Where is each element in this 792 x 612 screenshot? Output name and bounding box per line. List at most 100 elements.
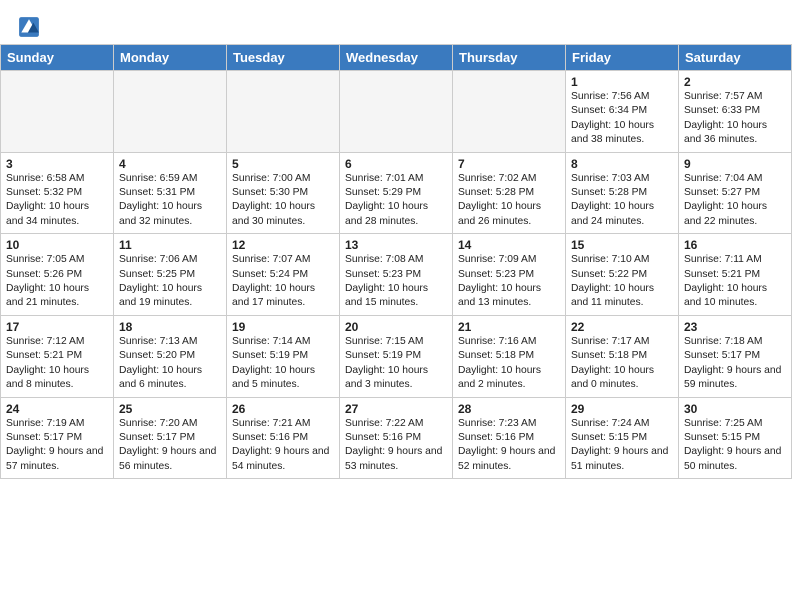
day-number: 12 bbox=[232, 238, 334, 252]
day-number: 29 bbox=[571, 402, 673, 416]
calendar-cell: 8Sunrise: 7:03 AM Sunset: 5:28 PM Daylig… bbox=[566, 152, 679, 234]
day-info: Sunrise: 7:56 AM Sunset: 6:34 PM Dayligh… bbox=[571, 90, 673, 148]
calendar-cell: 13Sunrise: 7:08 AM Sunset: 5:23 PM Dayli… bbox=[340, 234, 453, 316]
day-info: Sunrise: 7:07 AM Sunset: 5:24 PM Dayligh… bbox=[232, 253, 334, 311]
day-info: Sunrise: 7:19 AM Sunset: 5:17 PM Dayligh… bbox=[6, 417, 108, 475]
day-number: 26 bbox=[232, 402, 334, 416]
day-number: 19 bbox=[232, 320, 334, 334]
day-info: Sunrise: 7:21 AM Sunset: 5:16 PM Dayligh… bbox=[232, 417, 334, 475]
day-number: 28 bbox=[458, 402, 560, 416]
day-number: 20 bbox=[345, 320, 447, 334]
week-row: 3Sunrise: 6:58 AM Sunset: 5:32 PM Daylig… bbox=[1, 152, 792, 234]
day-number: 1 bbox=[571, 75, 673, 89]
calendar-cell bbox=[1, 71, 114, 153]
day-info: Sunrise: 7:01 AM Sunset: 5:29 PM Dayligh… bbox=[345, 172, 447, 230]
day-number: 8 bbox=[571, 157, 673, 171]
week-row: 17Sunrise: 7:12 AM Sunset: 5:21 PM Dayli… bbox=[1, 315, 792, 397]
day-number: 4 bbox=[119, 157, 221, 171]
day-info: Sunrise: 7:25 AM Sunset: 5:15 PM Dayligh… bbox=[684, 417, 786, 475]
day-number: 17 bbox=[6, 320, 108, 334]
day-number: 16 bbox=[684, 238, 786, 252]
weekday-header: Saturday bbox=[679, 45, 792, 71]
day-number: 25 bbox=[119, 402, 221, 416]
calendar-cell: 1Sunrise: 7:56 AM Sunset: 6:34 PM Daylig… bbox=[566, 71, 679, 153]
day-number: 9 bbox=[684, 157, 786, 171]
weekday-header: Tuesday bbox=[227, 45, 340, 71]
calendar-cell bbox=[227, 71, 340, 153]
day-number: 3 bbox=[6, 157, 108, 171]
calendar-cell: 18Sunrise: 7:13 AM Sunset: 5:20 PM Dayli… bbox=[114, 315, 227, 397]
day-info: Sunrise: 7:03 AM Sunset: 5:28 PM Dayligh… bbox=[571, 172, 673, 230]
day-number: 27 bbox=[345, 402, 447, 416]
day-info: Sunrise: 7:15 AM Sunset: 5:19 PM Dayligh… bbox=[345, 335, 447, 393]
day-number: 10 bbox=[6, 238, 108, 252]
weekday-header: Thursday bbox=[453, 45, 566, 71]
day-number: 5 bbox=[232, 157, 334, 171]
weekday-header: Monday bbox=[114, 45, 227, 71]
calendar-cell: 4Sunrise: 6:59 AM Sunset: 5:31 PM Daylig… bbox=[114, 152, 227, 234]
day-info: Sunrise: 7:12 AM Sunset: 5:21 PM Dayligh… bbox=[6, 335, 108, 393]
day-number: 21 bbox=[458, 320, 560, 334]
day-number: 13 bbox=[345, 238, 447, 252]
day-number: 15 bbox=[571, 238, 673, 252]
calendar-cell: 16Sunrise: 7:11 AM Sunset: 5:21 PM Dayli… bbox=[679, 234, 792, 316]
day-info: Sunrise: 7:14 AM Sunset: 5:19 PM Dayligh… bbox=[232, 335, 334, 393]
day-info: Sunrise: 7:18 AM Sunset: 5:17 PM Dayligh… bbox=[684, 335, 786, 393]
day-number: 2 bbox=[684, 75, 786, 89]
calendar-cell: 23Sunrise: 7:18 AM Sunset: 5:17 PM Dayli… bbox=[679, 315, 792, 397]
calendar-cell: 22Sunrise: 7:17 AM Sunset: 5:18 PM Dayli… bbox=[566, 315, 679, 397]
calendar-cell bbox=[114, 71, 227, 153]
day-info: Sunrise: 7:04 AM Sunset: 5:27 PM Dayligh… bbox=[684, 172, 786, 230]
day-number: 24 bbox=[6, 402, 108, 416]
day-number: 23 bbox=[684, 320, 786, 334]
calendar-cell: 12Sunrise: 7:07 AM Sunset: 5:24 PM Dayli… bbox=[227, 234, 340, 316]
calendar-cell: 10Sunrise: 7:05 AM Sunset: 5:26 PM Dayli… bbox=[1, 234, 114, 316]
day-info: Sunrise: 7:13 AM Sunset: 5:20 PM Dayligh… bbox=[119, 335, 221, 393]
weekday-header: Wednesday bbox=[340, 45, 453, 71]
calendar-cell: 24Sunrise: 7:19 AM Sunset: 5:17 PM Dayli… bbox=[1, 397, 114, 479]
logo bbox=[18, 14, 44, 38]
day-info: Sunrise: 7:16 AM Sunset: 5:18 PM Dayligh… bbox=[458, 335, 560, 393]
day-number: 14 bbox=[458, 238, 560, 252]
day-info: Sunrise: 7:24 AM Sunset: 5:15 PM Dayligh… bbox=[571, 417, 673, 475]
day-info: Sunrise: 7:57 AM Sunset: 6:33 PM Dayligh… bbox=[684, 90, 786, 148]
page-header bbox=[0, 0, 792, 44]
day-info: Sunrise: 7:11 AM Sunset: 5:21 PM Dayligh… bbox=[684, 253, 786, 311]
day-info: Sunrise: 7:23 AM Sunset: 5:16 PM Dayligh… bbox=[458, 417, 560, 475]
calendar-cell: 7Sunrise: 7:02 AM Sunset: 5:28 PM Daylig… bbox=[453, 152, 566, 234]
week-row: 10Sunrise: 7:05 AM Sunset: 5:26 PM Dayli… bbox=[1, 234, 792, 316]
calendar-cell: 11Sunrise: 7:06 AM Sunset: 5:25 PM Dayli… bbox=[114, 234, 227, 316]
calendar-cell: 3Sunrise: 6:58 AM Sunset: 5:32 PM Daylig… bbox=[1, 152, 114, 234]
weekday-header: Sunday bbox=[1, 45, 114, 71]
calendar-cell: 28Sunrise: 7:23 AM Sunset: 5:16 PM Dayli… bbox=[453, 397, 566, 479]
calendar-cell: 30Sunrise: 7:25 AM Sunset: 5:15 PM Dayli… bbox=[679, 397, 792, 479]
calendar-cell: 21Sunrise: 7:16 AM Sunset: 5:18 PM Dayli… bbox=[453, 315, 566, 397]
day-info: Sunrise: 7:17 AM Sunset: 5:18 PM Dayligh… bbox=[571, 335, 673, 393]
calendar-cell: 29Sunrise: 7:24 AM Sunset: 5:15 PM Dayli… bbox=[566, 397, 679, 479]
day-number: 11 bbox=[119, 238, 221, 252]
week-row: 24Sunrise: 7:19 AM Sunset: 5:17 PM Dayli… bbox=[1, 397, 792, 479]
calendar-cell: 26Sunrise: 7:21 AM Sunset: 5:16 PM Dayli… bbox=[227, 397, 340, 479]
day-number: 7 bbox=[458, 157, 560, 171]
day-info: Sunrise: 6:59 AM Sunset: 5:31 PM Dayligh… bbox=[119, 172, 221, 230]
day-number: 22 bbox=[571, 320, 673, 334]
calendar-cell bbox=[340, 71, 453, 153]
calendar-cell: 19Sunrise: 7:14 AM Sunset: 5:19 PM Dayli… bbox=[227, 315, 340, 397]
day-info: Sunrise: 7:00 AM Sunset: 5:30 PM Dayligh… bbox=[232, 172, 334, 230]
week-row: 1Sunrise: 7:56 AM Sunset: 6:34 PM Daylig… bbox=[1, 71, 792, 153]
calendar-cell: 17Sunrise: 7:12 AM Sunset: 5:21 PM Dayli… bbox=[1, 315, 114, 397]
day-info: Sunrise: 7:09 AM Sunset: 5:23 PM Dayligh… bbox=[458, 253, 560, 311]
day-info: Sunrise: 7:05 AM Sunset: 5:26 PM Dayligh… bbox=[6, 253, 108, 311]
day-info: Sunrise: 7:02 AM Sunset: 5:28 PM Dayligh… bbox=[458, 172, 560, 230]
calendar-cell: 2Sunrise: 7:57 AM Sunset: 6:33 PM Daylig… bbox=[679, 71, 792, 153]
weekday-header-row: SundayMondayTuesdayWednesdayThursdayFrid… bbox=[1, 45, 792, 71]
calendar-cell: 25Sunrise: 7:20 AM Sunset: 5:17 PM Dayli… bbox=[114, 397, 227, 479]
day-info: Sunrise: 7:08 AM Sunset: 5:23 PM Dayligh… bbox=[345, 253, 447, 311]
calendar-cell: 15Sunrise: 7:10 AM Sunset: 5:22 PM Dayli… bbox=[566, 234, 679, 316]
logo-icon bbox=[18, 16, 40, 38]
calendar-cell: 14Sunrise: 7:09 AM Sunset: 5:23 PM Dayli… bbox=[453, 234, 566, 316]
day-number: 6 bbox=[345, 157, 447, 171]
calendar-cell: 9Sunrise: 7:04 AM Sunset: 5:27 PM Daylig… bbox=[679, 152, 792, 234]
day-info: Sunrise: 7:10 AM Sunset: 5:22 PM Dayligh… bbox=[571, 253, 673, 311]
calendar-table: SundayMondayTuesdayWednesdayThursdayFrid… bbox=[0, 44, 792, 479]
